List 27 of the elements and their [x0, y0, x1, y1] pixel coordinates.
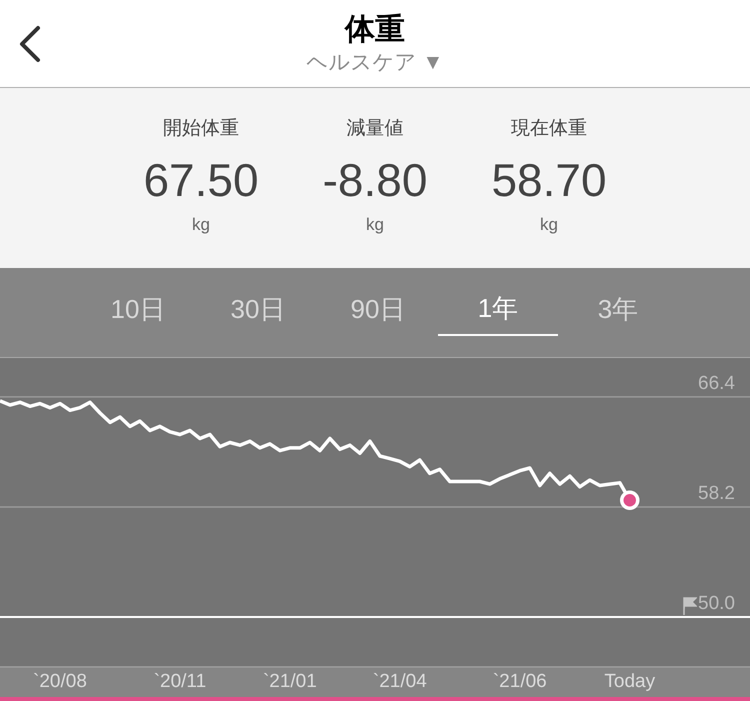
goal-flag-icon — [683, 597, 698, 615]
period-tab[interactable]: 10日 — [78, 268, 198, 336]
stat-label: 開始体重 — [163, 117, 239, 141]
period-tab[interactable]: 90日 — [318, 268, 438, 336]
period-tab[interactable]: 30日 — [198, 268, 318, 336]
stat-value: 58.70 — [491, 153, 607, 208]
source-dropdown[interactable]: ヘルスケア ▼ — [306, 48, 444, 76]
stat-value: 67.50 — [143, 153, 259, 208]
x-axis-label: `21/01 — [262, 670, 317, 694]
x-axis-label: `21/04 — [372, 670, 427, 694]
x-axis-label: `20/08 — [33, 670, 87, 694]
period-tab[interactable]: 1年 — [438, 268, 558, 336]
y-axis-label: 50.0 — [698, 593, 735, 615]
page-title: 体重 — [345, 12, 405, 48]
x-axis-label: `21/06 — [492, 670, 547, 694]
stat-label: 現在体重 — [511, 117, 587, 141]
stat-unit: kg — [540, 214, 558, 236]
x-axis-label: Today — [604, 670, 656, 694]
stat-value: -8.80 — [322, 153, 428, 208]
current-point-marker — [620, 490, 640, 510]
period-tab[interactable]: 3年 — [558, 268, 678, 336]
stat-unit: kg — [192, 214, 210, 236]
x-axis-label: `20/11 — [154, 670, 206, 694]
stat-unit: kg — [366, 214, 384, 236]
y-axis-label: 58.2 — [698, 482, 735, 505]
y-axis-label: 66.4 — [698, 372, 735, 395]
stat-label: 減量値 — [346, 117, 404, 141]
